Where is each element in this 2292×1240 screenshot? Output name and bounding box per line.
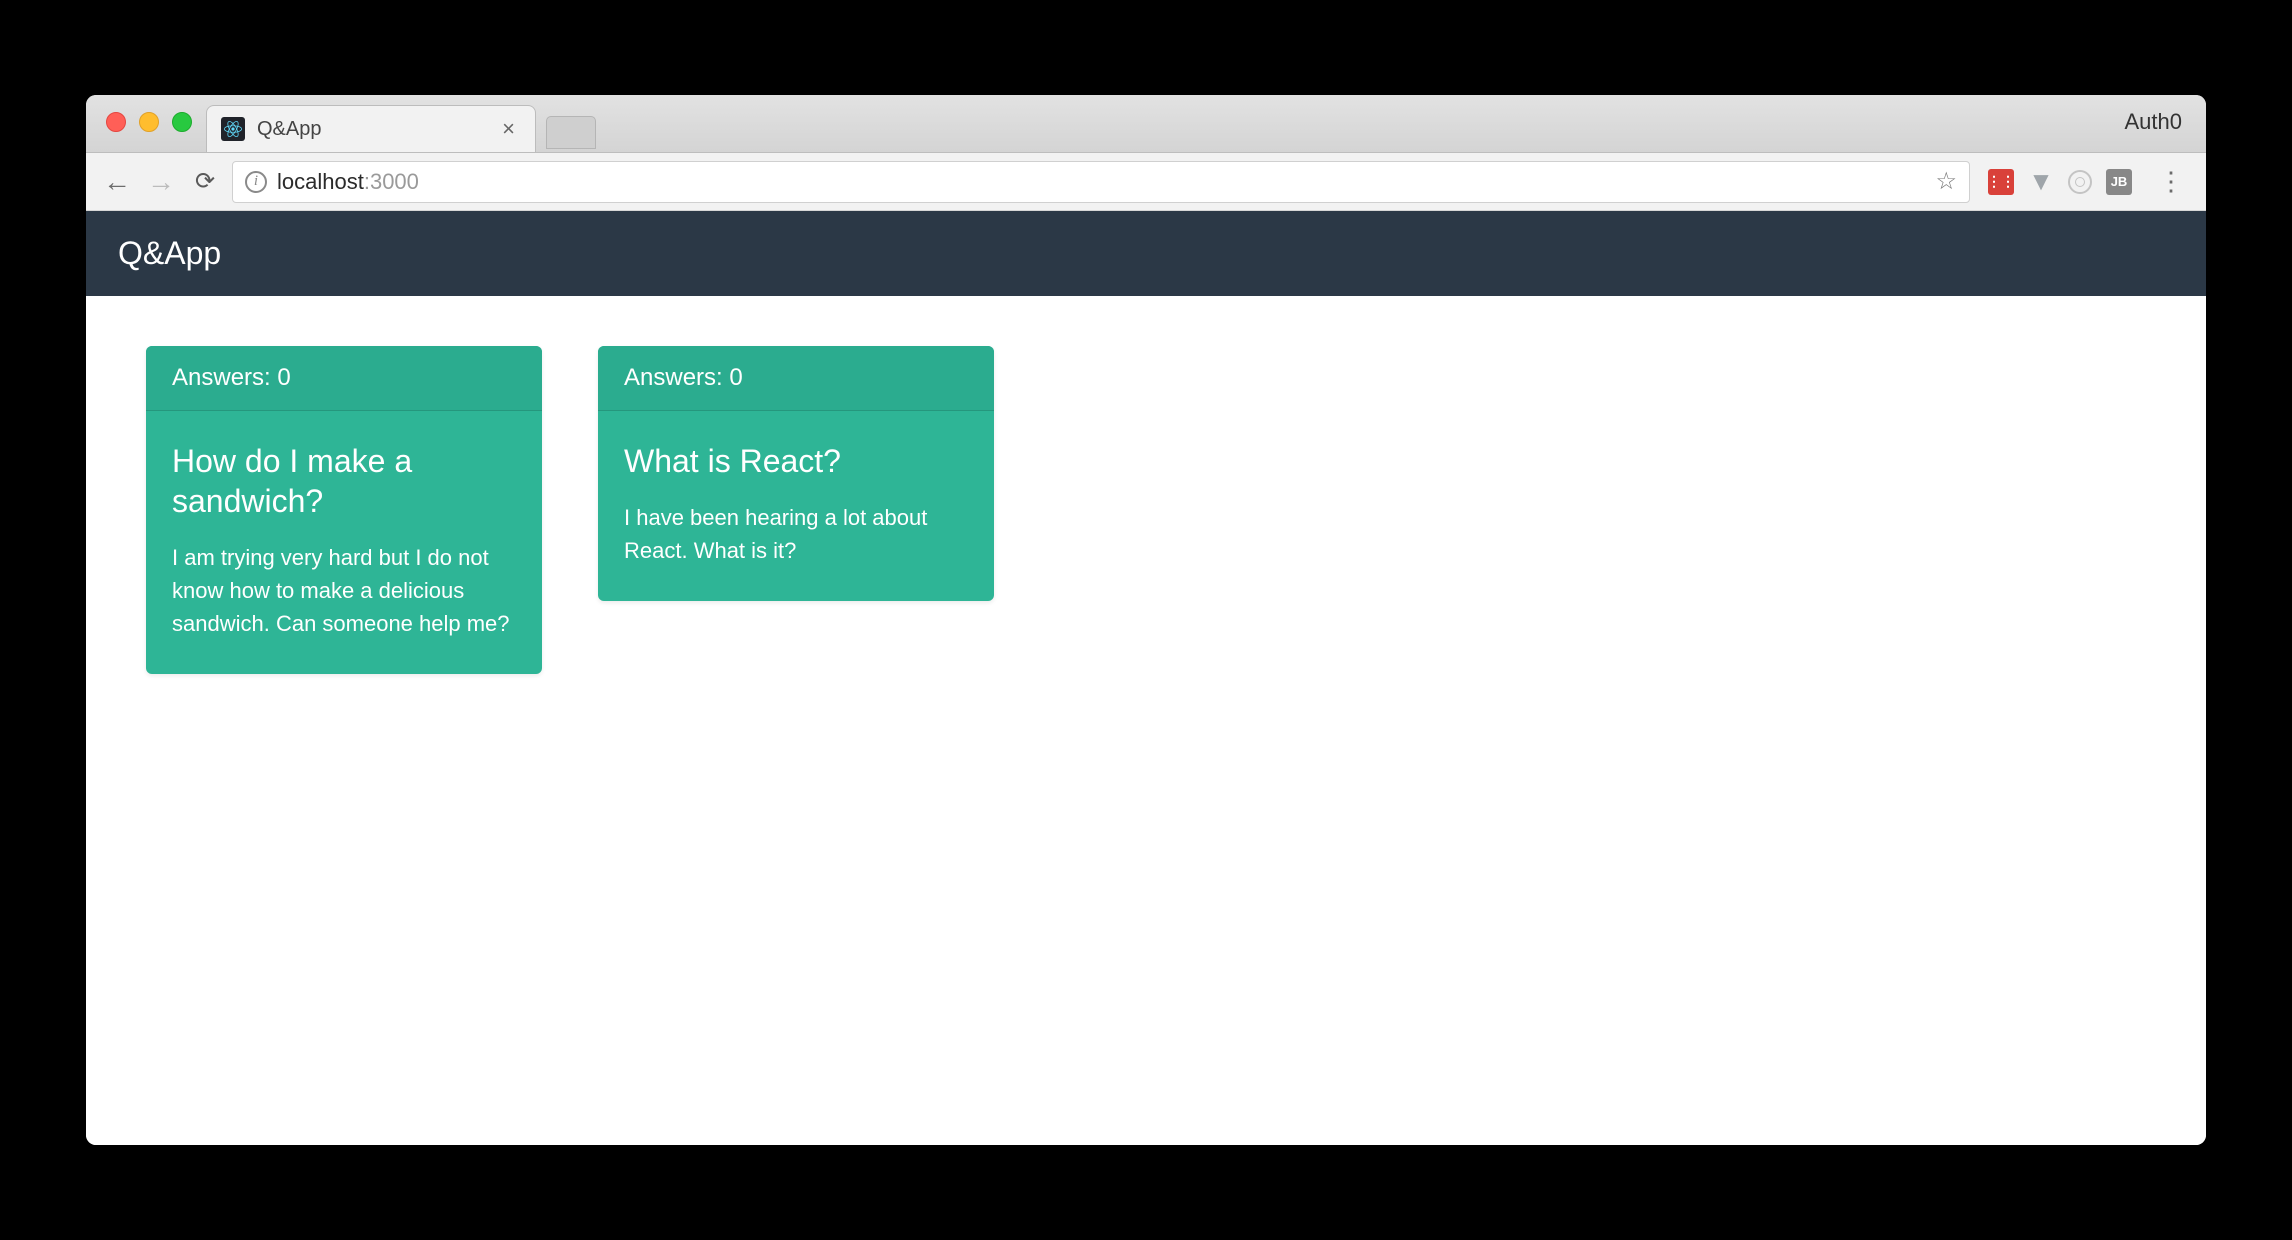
extension-icons: ⋮⋮ ▼ JB	[1980, 169, 2140, 195]
reload-button[interactable]: ⟳	[188, 167, 222, 196]
cards-container: Answers: 0 How do I make a sandwich? I a…	[86, 296, 2206, 724]
answers-prefix: Answers:	[172, 364, 277, 391]
new-tab-button[interactable]	[546, 116, 596, 149]
card-header: Answers: 0	[146, 346, 542, 411]
tab-close-button[interactable]: ×	[496, 116, 521, 142]
close-window-button[interactable]	[106, 112, 126, 132]
forward-button[interactable]: →	[144, 166, 178, 198]
extension-icon[interactable]	[2068, 170, 2092, 194]
answers-prefix: Answers:	[624, 364, 729, 391]
back-button[interactable]: ←	[100, 166, 134, 198]
card-body: What is React? I have been hearing a lot…	[598, 411, 994, 601]
url-text: localhost:3000	[277, 169, 419, 195]
card-header: Answers: 0	[598, 346, 994, 411]
minimize-window-button[interactable]	[139, 112, 159, 132]
browser-tab[interactable]: Q&App ×	[206, 105, 536, 152]
jetbrains-extension-icon[interactable]: JB	[2106, 169, 2132, 195]
url-host: localhost	[277, 169, 364, 194]
profile-label[interactable]: Auth0	[2125, 109, 2183, 135]
navbar-brand[interactable]: Q&App	[118, 235, 221, 271]
titlebar: Q&App × Auth0	[86, 95, 2206, 153]
card-title: How do I make a sandwich?	[172, 441, 516, 521]
card-text: I have been hearing a lot about React. W…	[624, 501, 968, 567]
viewport: Q&App Answers: 0 How do I make a sandwic…	[86, 211, 2206, 1145]
address-bar[interactable]: i localhost:3000 ☆	[232, 161, 1970, 203]
card-title: What is React?	[624, 441, 968, 481]
site-info-icon[interactable]: i	[245, 171, 267, 193]
browser-toolbar: ← → ⟳ i localhost:3000 ☆ ⋮⋮ ▼ JB ⋮	[86, 153, 2206, 211]
card-text: I am trying very hard but I do not know …	[172, 541, 516, 640]
question-card[interactable]: Answers: 0 What is React? I have been he…	[598, 346, 994, 601]
browser-menu-button[interactable]: ⋮	[2150, 176, 2192, 186]
maximize-window-button[interactable]	[172, 112, 192, 132]
window-controls	[106, 112, 192, 132]
answers-count: 0	[277, 364, 290, 391]
vue-devtools-icon[interactable]: ▼	[2028, 169, 2054, 195]
card-body: How do I make a sandwich? I am trying ve…	[146, 411, 542, 674]
bookmark-star-icon[interactable]: ☆	[1935, 167, 1957, 196]
tab-title: Q&App	[257, 118, 484, 141]
react-favicon-icon	[221, 117, 245, 141]
app-navbar: Q&App	[86, 211, 2206, 296]
question-card[interactable]: Answers: 0 How do I make a sandwich? I a…	[146, 346, 542, 674]
answers-count: 0	[729, 364, 742, 391]
browser-window: Q&App × Auth0 ← → ⟳ i localhost:3000 ☆ ⋮…	[86, 95, 2206, 1145]
url-port: :3000	[364, 169, 419, 194]
extension-icon[interactable]: ⋮⋮	[1988, 169, 2014, 195]
